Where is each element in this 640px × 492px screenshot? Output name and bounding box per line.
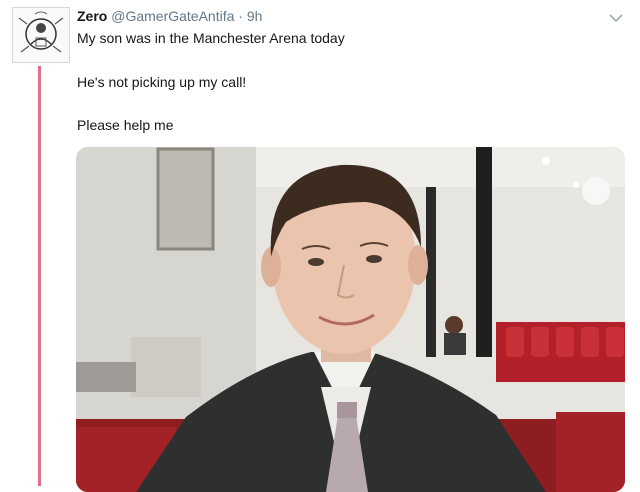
display-name[interactable]: Zero: [77, 8, 107, 24]
user-handle[interactable]: @GamerGateAntifa: [111, 8, 234, 24]
thread-line: [38, 66, 41, 486]
avatar[interactable]: [12, 7, 70, 63]
tweet-text-line-2: He's not picking up my call!: [77, 74, 247, 90]
tweet-photo[interactable]: [76, 147, 625, 492]
photo-illustration: [76, 147, 625, 492]
tweet-text-line-1: My son was in the Manchester Arena today: [77, 30, 345, 46]
chevron-down-icon: [609, 14, 623, 23]
tweet-text-line-3: Please help me: [77, 117, 174, 133]
avatar-icon: [13, 8, 69, 62]
tweet-header: Zero @GamerGateAntifa · 9h: [77, 8, 262, 24]
separator: ·: [238, 8, 243, 24]
tweet-menu-button[interactable]: [609, 10, 623, 23]
timestamp[interactable]: 9h: [247, 8, 263, 24]
